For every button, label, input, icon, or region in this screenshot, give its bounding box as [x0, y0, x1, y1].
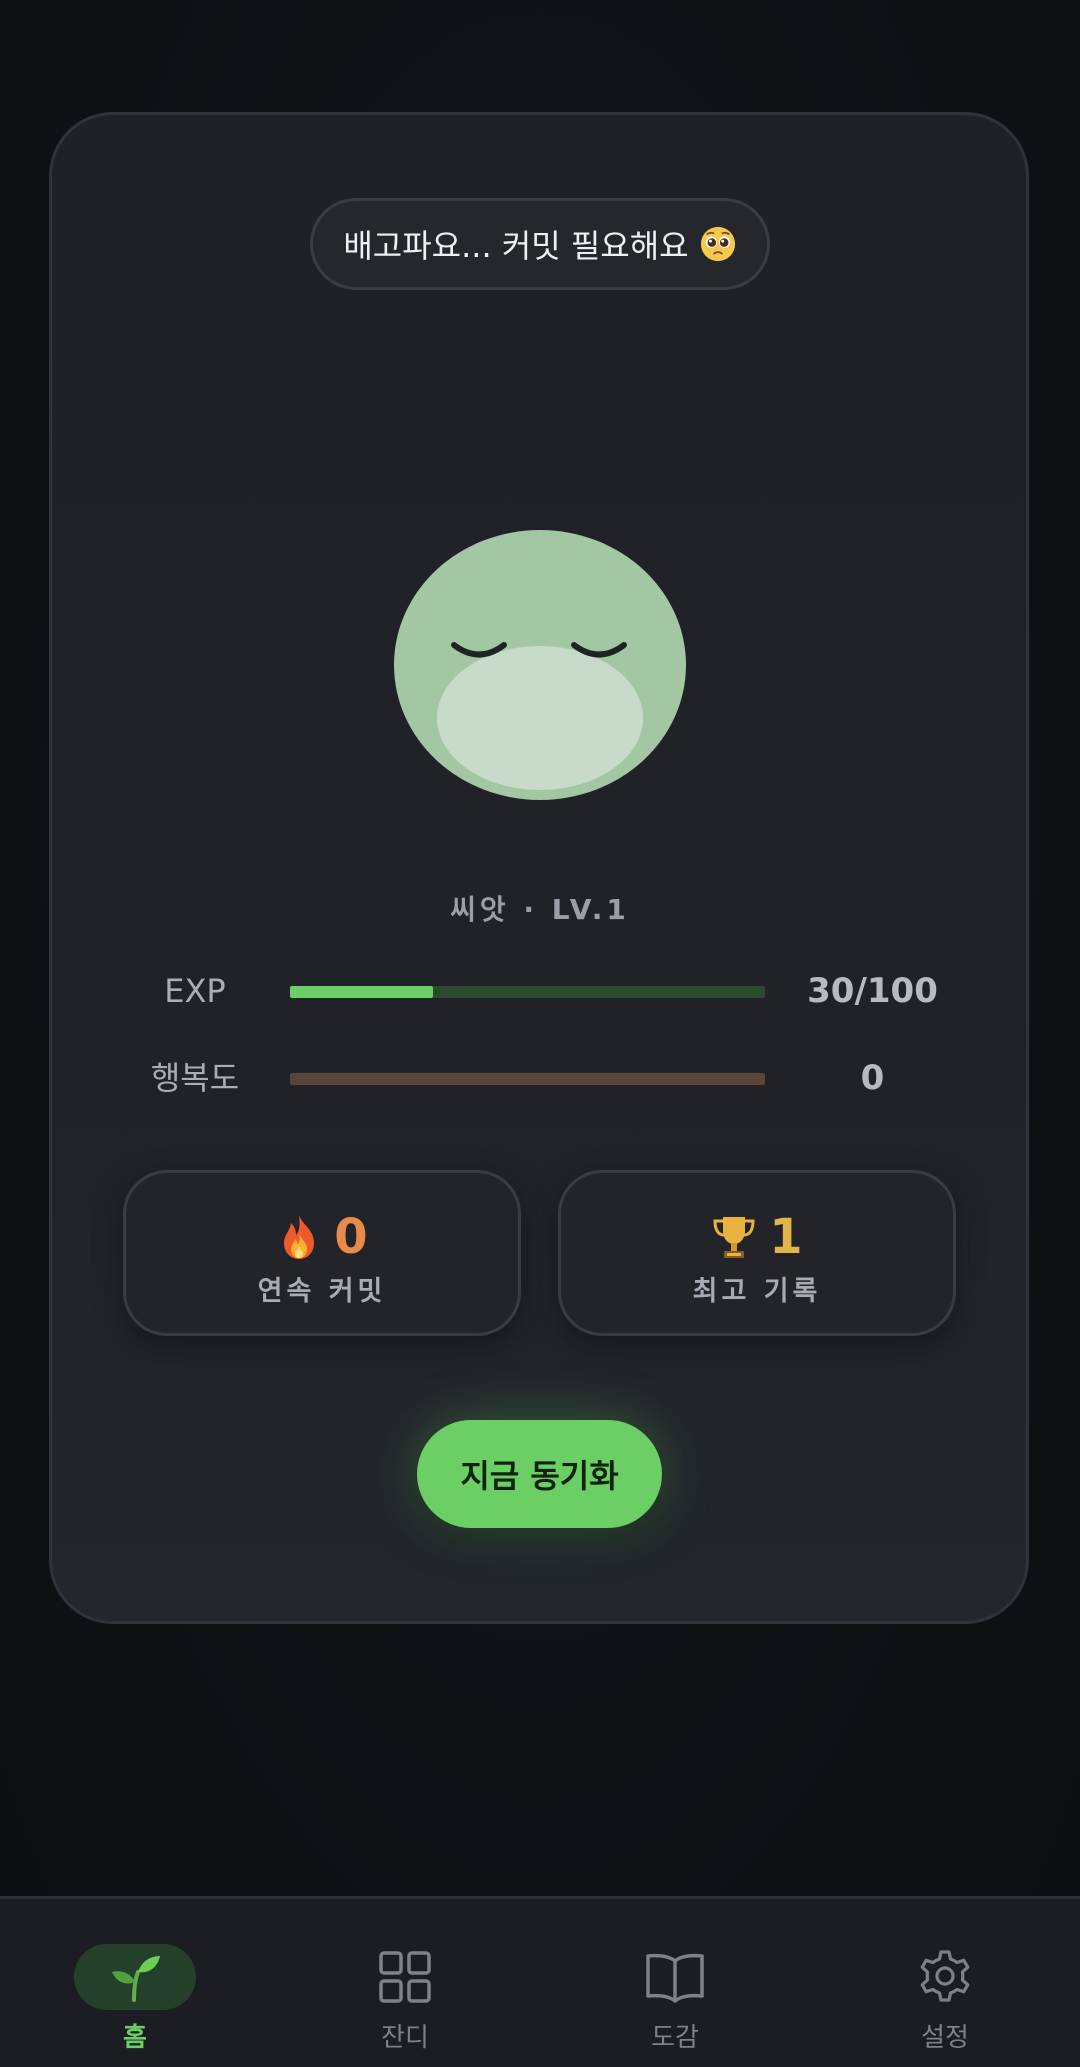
pet-character[interactable] [394, 530, 686, 800]
app-screen: 배고파요... 커밋 필요해요 씨앗 · LV.1 EXP 30/100 행복도 [0, 0, 1080, 2067]
tab-collection-label: 도감 [651, 2023, 699, 2053]
pet-card [49, 112, 1029, 1624]
tab-home-label: 홈 [123, 2023, 147, 2053]
streak-caption: 연속 커밋 [257, 1276, 387, 1307]
streak-value: 0 [334, 1209, 368, 1265]
tab-grass-label: 잔디 [381, 2023, 429, 2053]
pleading-face-icon [700, 226, 735, 262]
exp-label: EXP [164, 972, 226, 1010]
exp-progress-bar [290, 986, 765, 998]
gear-icon [920, 1950, 970, 2002]
best-record-value: 1 [769, 1209, 803, 1265]
exp-progress-fill [290, 986, 433, 998]
fire-icon [284, 1215, 315, 1259]
exp-value: 30/100 [807, 971, 938, 1011]
happiness-row: 행복도 0 [0, 1048, 1080, 1108]
bottom-tab-bar: 홈 잔디 도감 설정 [0, 1896, 1080, 2067]
sync-now-button[interactable]: 지금 동기화 [417, 1420, 662, 1528]
tab-grass[interactable]: 잔디 [270, 1899, 540, 2067]
happiness-label: 행복도 [150, 1059, 240, 1097]
tab-collection[interactable]: 도감 [540, 1899, 810, 2067]
trophy-icon [713, 1217, 755, 1258]
book-icon [646, 1953, 704, 2003]
grid-icon [379, 1951, 431, 2003]
pet-level-label: 씨앗 · LV.1 [450, 893, 630, 926]
best-record-card: 1 최고 기록 [558, 1170, 956, 1336]
best-record-caption: 최고 기록 [692, 1276, 822, 1307]
tab-home[interactable]: 홈 [0, 1899, 270, 2067]
speech-bubble: 배고파요... 커밋 필요해요 [310, 198, 770, 290]
happiness-value: 0 [860, 1058, 885, 1098]
tab-settings-label: 설정 [921, 2023, 969, 2053]
happiness-progress-bar [290, 1073, 765, 1085]
speech-bubble-text: 배고파요... 커밋 필요해요 [343, 227, 689, 265]
tab-settings[interactable]: 설정 [810, 1899, 1080, 2067]
sprout-icon [112, 1956, 160, 2002]
streak-card: 0 연속 커밋 [123, 1170, 521, 1336]
exp-row: EXP 30/100 [0, 961, 1080, 1021]
